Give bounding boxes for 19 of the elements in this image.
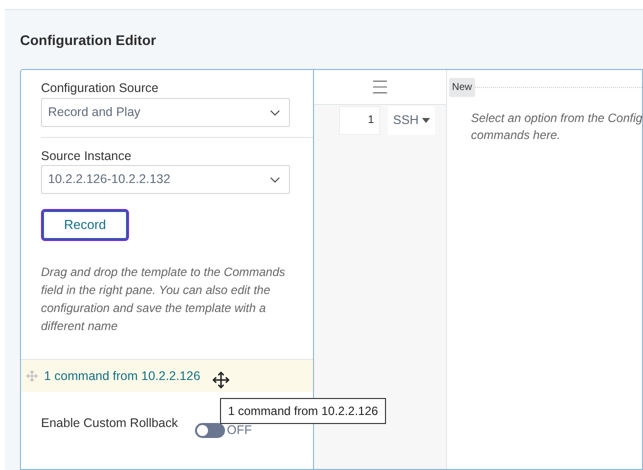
empty-state-message: Select an option from the Config commands here. bbox=[471, 110, 642, 144]
toggle-state: OFF bbox=[226, 422, 252, 439]
command-item[interactable]: 1 command from 10.2.2.126 bbox=[21, 359, 313, 392]
hint-text: Drag and drop the template to the Commands field in the right pane. You can also edit the configuration and save the template with a different name bbox=[41, 264, 286, 335]
move-cursor-icon bbox=[212, 371, 230, 389]
rollback-toggle[interactable] bbox=[194, 423, 225, 438]
drag-handle-icon bbox=[26, 370, 38, 382]
record-button[interactable]: Record bbox=[41, 209, 129, 241]
source-dropdown[interactable]: Record and Play bbox=[41, 98, 290, 127]
new-badge: New bbox=[449, 78, 476, 97]
field-label: Source Instance bbox=[41, 148, 132, 164]
tooltip: 1 command from 10.2.2.126 bbox=[220, 398, 386, 424]
order-input[interactable]: 1 bbox=[339, 106, 380, 135]
caret-down-icon bbox=[422, 118, 430, 123]
instance-dropdown[interactable]: 10.2.2.126-10.2.2.132 bbox=[41, 165, 290, 194]
field-label: Configuration Source bbox=[41, 80, 160, 96]
page-title: Configuration Editor bbox=[20, 31, 158, 49]
toggle-label: Enable Custom Rollback bbox=[41, 415, 178, 431]
protocol-dropdown[interactable]: SSH bbox=[388, 106, 435, 135]
